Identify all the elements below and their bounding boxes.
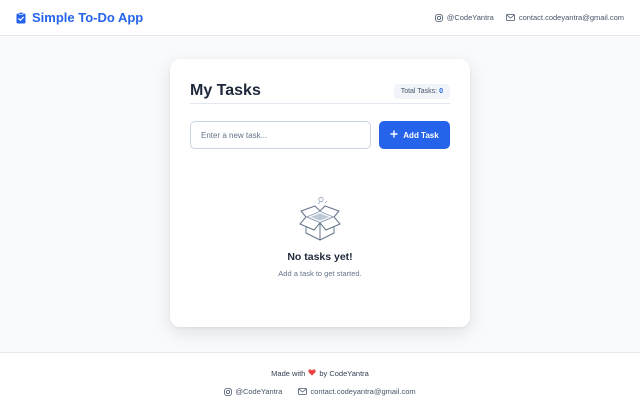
- clipboard-check-icon: [16, 11, 26, 24]
- header-email: contact.codeyantra@gmail.com: [518, 13, 624, 22]
- envelope-icon: [505, 14, 515, 21]
- add-task-button[interactable]: Add Task: [379, 121, 450, 149]
- instagram-icon: [224, 387, 233, 396]
- heart-icon: [308, 369, 317, 378]
- empty-state-subtitle: Add a task to get started.: [278, 269, 362, 278]
- open-box-icon: [298, 195, 342, 243]
- made-with-line: Made with by CodeYantra: [0, 369, 640, 378]
- app-header: Simple To-Do App @CodeYantra contact.cod…: [0, 0, 640, 36]
- total-tasks-badge: Total Tasks: 0: [393, 83, 450, 99]
- empty-state: No tasks yet! Add a task to get started.: [190, 195, 450, 278]
- footer-social-handle: @CodeYantra: [235, 387, 283, 396]
- header-social-handle: @CodeYantra: [446, 13, 494, 22]
- add-task-label: Add Task: [403, 130, 439, 140]
- footer-links: @CodeYantra contact.codeyantra@gmail.com: [0, 387, 640, 396]
- header-social-link[interactable]: @CodeYantra: [434, 13, 494, 22]
- tasks-card: My Tasks Total Tasks: 0 Add Task: [170, 59, 470, 327]
- card-header: My Tasks Total Tasks: 0: [190, 79, 450, 103]
- plus-icon: [390, 130, 398, 140]
- header-links: @CodeYantra contact.codeyantra@gmail.com: [434, 13, 624, 22]
- brand[interactable]: Simple To-Do App: [16, 10, 143, 25]
- footer-email-link[interactable]: contact.codeyantra@gmail.com: [298, 387, 416, 396]
- card-title: My Tasks: [190, 82, 261, 99]
- divider: [190, 103, 450, 104]
- envelope-icon: [298, 388, 308, 395]
- instagram-icon: [434, 13, 443, 22]
- total-tasks-count: 0: [439, 87, 443, 95]
- made-with-suffix: by CodeYantra: [319, 369, 369, 378]
- app-title: Simple To-Do App: [32, 10, 144, 25]
- header-email-link[interactable]: contact.codeyantra@gmail.com: [505, 13, 624, 22]
- empty-state-title: No tasks yet!: [287, 251, 353, 263]
- new-task-input[interactable]: [190, 121, 371, 149]
- footer-social-link[interactable]: @CodeYantra: [224, 387, 282, 396]
- footer-email: contact.codeyantra@gmail.com: [310, 387, 416, 396]
- made-with-prefix: Made with: [271, 369, 306, 378]
- app-footer: Made with by CodeYantra @CodeYantra cont…: [0, 352, 640, 400]
- total-tasks-label: Total Tasks:: [400, 87, 438, 95]
